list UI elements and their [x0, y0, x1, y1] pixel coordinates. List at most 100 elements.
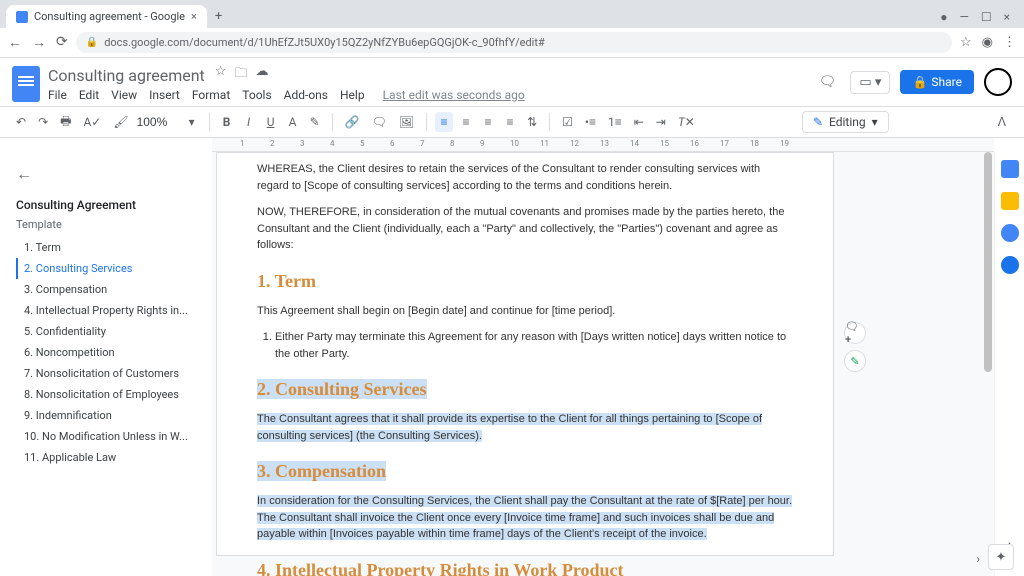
paragraph-term[interactable]: This Agreement shall begin on [Begin dat… — [257, 303, 793, 320]
share-label: Share — [931, 75, 962, 89]
browser-tab[interactable]: Consulting agreement - Google × — [6, 5, 207, 28]
undo-icon[interactable]: ↶ — [12, 112, 30, 132]
outline-item[interactable]: 7. Nonsolicitation of Customers — [16, 363, 196, 384]
align-justify-icon[interactable]: ≡ — [501, 112, 519, 132]
collapse-toolbar-icon[interactable]: ᐱ — [992, 112, 1012, 132]
numbered-list-icon[interactable]: 1≡ — [604, 112, 626, 132]
zoom-select[interactable] — [137, 115, 179, 129]
outline-item[interactable]: 11. Applicable Law — [16, 447, 196, 468]
close-window-icon[interactable]: × — [1004, 10, 1010, 24]
profile-icon[interactable]: ◉ — [982, 35, 993, 50]
share-button[interactable]: 🔒 Share — [900, 70, 974, 94]
calendar-icon[interactable] — [1001, 160, 1019, 178]
tasks-icon[interactable] — [1001, 224, 1019, 242]
bulleted-list-icon[interactable]: •≡ — [581, 112, 600, 132]
paragraph-compensation: In consideration for the Consulting Serv… — [257, 493, 793, 543]
comment-history-icon[interactable]: 🗨 — [814, 69, 840, 95]
outline-item[interactable]: 5. Confidentiality — [16, 321, 196, 342]
indent-increase-icon[interactable]: ⇥ — [652, 112, 670, 132]
google-docs-logo[interactable] — [12, 66, 40, 102]
checklist-icon[interactable]: ☑ — [558, 112, 577, 132]
contacts-icon[interactable] — [1001, 256, 1019, 274]
address-bar[interactable]: 🔒 docs.google.com/document/d/1UhEfZJt5UX… — [76, 32, 952, 53]
underline-icon[interactable]: U — [262, 112, 280, 132]
hide-sidepanel-icon[interactable]: › — [976, 552, 980, 566]
move-icon[interactable]: 🗀 — [234, 64, 247, 86]
list-item-terminate[interactable]: Either Party may terminate this Agreemen… — [275, 329, 793, 362]
line-spacing-icon[interactable]: ⇅ — [523, 112, 541, 132]
outline-heading[interactable]: Consulting Agreement — [16, 198, 196, 212]
paragraph-nowtherefore[interactable]: NOW, THEREFORE, in consideration of the … — [257, 204, 793, 254]
menu-edit[interactable]: Edit — [79, 88, 99, 102]
outline-subheading[interactable]: Template — [16, 218, 196, 231]
print-icon[interactable]: 🖶 — [56, 109, 75, 136]
outline-item[interactable]: 10. No Modification Unless in W... — [16, 426, 196, 447]
paragraph-whereas[interactable]: WHEREAS, the Client desires to retain th… — [257, 161, 793, 194]
chrome-account-icon[interactable]: ● — [940, 10, 947, 24]
outline-item[interactable]: 9. Indemnification — [16, 405, 196, 426]
menu-addons[interactable]: Add-ons — [284, 88, 328, 102]
new-tab-button[interactable]: + — [207, 5, 230, 28]
star-icon[interactable]: ☆ — [215, 64, 227, 86]
menu-format[interactable]: Format — [192, 88, 230, 102]
nav-forward-icon[interactable]: → — [32, 34, 46, 51]
menu-file[interactable]: File — [48, 88, 67, 102]
text-color-icon[interactable]: A — [284, 112, 302, 132]
redo-icon[interactable]: ↷ — [34, 112, 52, 132]
menu-view[interactable]: View — [111, 88, 137, 102]
menu-help[interactable]: Help — [340, 88, 365, 102]
maximize-icon[interactable]: ☐ — [981, 10, 992, 24]
document-outline: ← Consulting Agreement Template 1. Term … — [0, 152, 212, 576]
highlight-color-icon[interactable]: ✎ — [306, 112, 324, 132]
menu-insert[interactable]: Insert — [149, 88, 180, 102]
url-text: docs.google.com/document/d/1UhEfZJt5UX0y… — [104, 36, 545, 49]
nav-back-icon[interactable]: ← — [8, 34, 22, 51]
outline-item[interactable]: 4. Intellectual Property Rights in... — [16, 300, 196, 321]
document-title[interactable]: Consulting agreement — [48, 66, 205, 85]
document-canvas[interactable]: WHEREAS, the Client desires to retain th… — [212, 152, 994, 576]
paint-format-icon[interactable]: 🖌 — [109, 112, 132, 132]
lock-icon: 🔒 — [86, 37, 98, 48]
indent-decrease-icon[interactable]: ⇤ — [630, 112, 648, 132]
add-comment-button[interactable]: 🗨+ — [844, 322, 866, 344]
explore-button[interactable]: ✦ — [988, 544, 1014, 570]
menu-tools[interactable]: Tools — [242, 88, 271, 102]
insert-link-icon[interactable]: 🔗 — [341, 112, 364, 132]
spellcheck-icon[interactable]: A✓ — [79, 112, 105, 132]
suggest-edit-button[interactable]: ✎ — [844, 350, 866, 372]
outline-back-icon[interactable]: ← — [16, 164, 196, 184]
align-center-icon[interactable]: ≡ — [457, 112, 475, 132]
outline-item[interactable]: 1. Term — [16, 237, 196, 258]
vertical-scrollbar[interactable] — [982, 152, 992, 491]
mode-select[interactable]: ✎ Editing ▾ — [802, 111, 889, 133]
zoom-caret-icon[interactable]: ▾ — [183, 112, 201, 132]
pencil-icon: ✎ — [813, 115, 823, 129]
last-edit-link[interactable]: Last edit was seconds ago — [383, 88, 525, 102]
insert-image-icon[interactable]: 🖼 — [395, 112, 418, 132]
side-panel: + — [994, 152, 1024, 576]
chrome-menu-icon[interactable]: ⋮ — [1003, 35, 1016, 50]
outline-item[interactable]: 6. Noncompetition — [16, 342, 196, 363]
cloud-status-icon[interactable]: ☁ — [255, 64, 268, 86]
bold-icon[interactable]: B — [218, 112, 236, 132]
document-page[interactable]: WHEREAS, the Client desires to retain th… — [216, 152, 834, 556]
heading-term[interactable]: 1. Term — [257, 268, 793, 295]
account-avatar[interactable] — [984, 68, 1012, 96]
outline-item[interactable]: 3. Compensation — [16, 279, 196, 300]
horizontal-ruler[interactable]: 1 2 3 4 5 6 7 8 9 10 11 12 13 14 15 16 1… — [212, 138, 994, 152]
heading-ip[interactable]: 4. Intellectual Property Rights in Work … — [257, 557, 793, 576]
italic-icon[interactable]: I — [240, 112, 258, 132]
paragraph-consulting: The Consultant agrees that it shall prov… — [257, 411, 793, 444]
outline-item[interactable]: 8. Nonsolicitation of Employees — [16, 384, 196, 405]
keep-icon[interactable] — [1001, 192, 1019, 210]
insert-comment-icon[interactable]: 🗨 — [368, 112, 391, 132]
bookmark-icon[interactable]: ☆ — [960, 35, 972, 50]
align-left-icon[interactable]: ≡ — [435, 112, 453, 132]
clear-format-icon[interactable]: T✕ — [674, 112, 699, 132]
present-button[interactable]: ▭ ▾ — [850, 71, 890, 94]
close-tab-icon[interactable]: × — [191, 10, 197, 23]
outline-item[interactable]: 2. Consulting Services — [16, 258, 196, 279]
align-right-icon[interactable]: ≡ — [479, 112, 497, 132]
nav-reload-icon[interactable]: ⟳ — [56, 34, 68, 51]
minimize-icon[interactable]: — — [959, 10, 968, 24]
